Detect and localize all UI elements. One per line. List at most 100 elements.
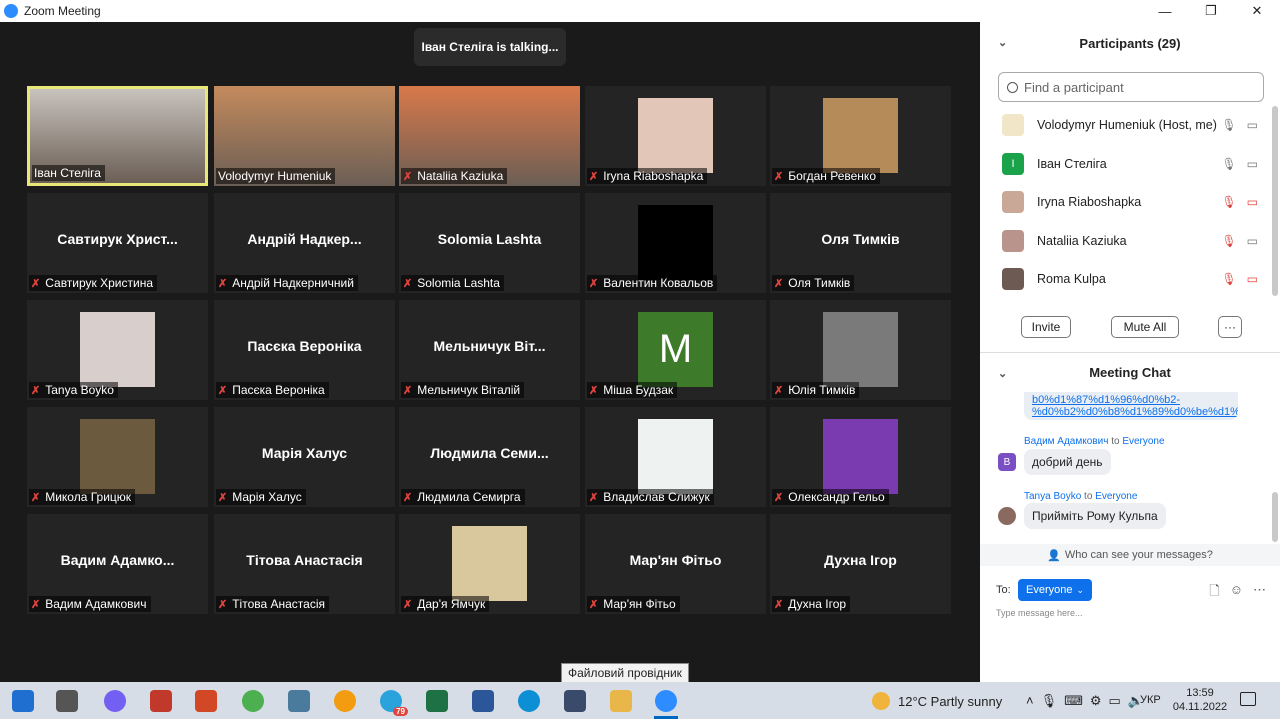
system-tray: ˄ 🎙 ⌨ ⚙ ▭ 🔈 xyxy=(1026,693,1144,709)
participant-photo xyxy=(638,419,713,494)
video-tile[interactable]: Оля Тимків ✗ Оля Тимків xyxy=(770,193,951,293)
video-tile[interactable]: Мар'ян Фітьо ✗ Мар'ян Фітьо xyxy=(585,514,766,614)
participant-name: Людмила Семирга xyxy=(417,490,521,504)
chat-scrollbar[interactable] xyxy=(1272,492,1278,542)
participant-name: Андрій Надкерничний xyxy=(232,276,354,290)
file-explorer-icon[interactable] xyxy=(610,690,632,712)
viber-icon[interactable] xyxy=(104,690,126,712)
video-tile[interactable]: Solomia Lashta ✗ Solomia Lashta xyxy=(399,193,580,293)
video-tile[interactable]: ✗ Iryna Riaboshapka xyxy=(585,86,766,186)
restore-button[interactable]: ❐ xyxy=(1188,0,1234,22)
person-icon: 👤 xyxy=(1047,549,1061,562)
participant-name-tag: ✗ Nataliia Kaziuka xyxy=(401,168,508,184)
app-tray-icon[interactable]: ⚙ xyxy=(1090,693,1102,709)
video-tile[interactable]: Людмила Семи... ✗ Людмила Семирга xyxy=(399,407,580,507)
powerpoint-icon[interactable] xyxy=(195,690,217,712)
emoji-icon[interactable]: ☺ xyxy=(1230,582,1243,604)
mic-off-icon[interactable]: 🎙 xyxy=(1221,272,1236,286)
video-tile[interactable]: ✗ Валентин Ковальов xyxy=(585,193,766,293)
more-icon[interactable]: ⋯ xyxy=(1253,582,1266,604)
participant-name: Олександр Гельо xyxy=(788,490,885,504)
language-indicator[interactable]: УКР xyxy=(1140,694,1161,706)
video-tile[interactable]: Пасєка Вероніка ✗ Пасєка Вероніка xyxy=(214,300,395,400)
notification-icon[interactable] xyxy=(1240,692,1256,706)
windows-start-icon[interactable] xyxy=(12,690,34,712)
participant-row[interactable]: Roma Kulpa 🎙 ▭ xyxy=(980,260,1272,299)
muted-mic-icon: ✗ xyxy=(218,491,228,504)
mic-off-icon[interactable]: 🎙 xyxy=(1221,195,1236,209)
video-tile[interactable]: ✗ Олександр Гельо xyxy=(770,407,951,507)
mute-all-button[interactable]: Mute All xyxy=(1111,316,1179,338)
participant-name: Iryna Riaboshapka xyxy=(603,169,704,183)
muted-mic-icon: ✗ xyxy=(31,598,41,611)
collapse-chevron-icon[interactable]: ⌄ xyxy=(998,36,1007,49)
video-tile[interactable]: Марія Халус ✗ Марія Халус xyxy=(214,407,395,507)
participant-search-input[interactable]: Find a participant xyxy=(998,72,1264,102)
invite-button[interactable]: Invite xyxy=(1021,316,1071,338)
video-tile[interactable]: ✗ Дар'я Ямчук xyxy=(399,514,580,614)
clock[interactable]: 13:59 04.11.2022 xyxy=(1170,686,1230,714)
mic-off-icon[interactable]: 🎙 xyxy=(1221,234,1236,248)
mic-icon[interactable]: 🎙 xyxy=(1221,118,1236,132)
chat-link[interactable]: b0%d1%87%d1%96%d0%b2-%d0%b2%d0%b8%d1%89%… xyxy=(1024,392,1238,420)
video-tile[interactable]: Тітова Анастасія ✗ Тітова Анастасія xyxy=(214,514,395,614)
camera-off-icon[interactable]: ▭ xyxy=(1247,195,1258,209)
task-view-icon[interactable] xyxy=(56,690,78,712)
network-icon[interactable]: ⌨ xyxy=(1064,693,1083,709)
camera-icon[interactable]: ▭ xyxy=(1247,234,1258,248)
video-tile[interactable]: Мельничук Віт... ✗ Мельничук Віталій xyxy=(399,300,580,400)
weather-icon xyxy=(872,692,890,710)
video-tile[interactable]: ✗ Микола Грицюк xyxy=(27,407,208,507)
chrome-icon[interactable] xyxy=(242,690,264,712)
video-tile[interactable]: Іван Стеліга xyxy=(27,86,208,186)
camera-icon[interactable]: ▭ xyxy=(1247,118,1258,132)
video-tile[interactable]: M ✗ Міша Будзак xyxy=(585,300,766,400)
participant-scrollbar[interactable] xyxy=(1272,106,1278,296)
participant-name-tag: ✗ Олександр Гельо xyxy=(772,489,889,505)
minimize-button[interactable]: — xyxy=(1142,0,1188,22)
recipient-select[interactable]: Everyone ⌄ xyxy=(1018,579,1093,601)
weather-widget[interactable]: 12°C Partly sunny xyxy=(872,692,1002,710)
edge-icon[interactable] xyxy=(518,690,540,712)
zoom-taskbar-icon[interactable] xyxy=(655,690,677,712)
close-button[interactable]: ✕ xyxy=(1234,0,1280,22)
video-tile[interactable]: ✗ Юлія Тимків xyxy=(770,300,951,400)
video-tile[interactable]: ✗ Nataliia Kaziuka xyxy=(399,86,580,186)
muted-mic-icon: ✗ xyxy=(589,277,599,290)
participant-row[interactable]: Iryna Riaboshapka 🎙 ▭ xyxy=(980,183,1272,222)
file-icon[interactable]: 🗋 xyxy=(1209,582,1219,604)
display-icon[interactable]: ▭ xyxy=(1109,693,1121,709)
video-tile[interactable]: Духна Ігор ✗ Духна Ігор xyxy=(770,514,951,614)
video-tile[interactable]: ✗ Владислав Слижук xyxy=(585,407,766,507)
participant-row[interactable]: Nataliia Kaziuka 🎙 ▭ xyxy=(980,222,1272,261)
collapse-chevron-icon[interactable]: ⌄ xyxy=(998,367,1007,380)
more-options-button[interactable]: ··· xyxy=(1218,316,1242,338)
participant-name-tag: Іван Стеліга xyxy=(32,165,105,181)
participant-name: Пасєка Вероніка xyxy=(232,383,325,397)
word-icon[interactable] xyxy=(472,690,494,712)
camera-off-icon[interactable]: ▭ xyxy=(1247,272,1258,286)
video-tile[interactable]: Вадим Адамко... ✗ Вадим Адамкович xyxy=(27,514,208,614)
save-app-icon[interactable] xyxy=(564,690,586,712)
participant-display-name: Людмила Семи... xyxy=(430,445,549,461)
video-tile[interactable]: Андрій Надкер... ✗ Андрій Надкерничний xyxy=(214,193,395,293)
who-can-see-link[interactable]: 👤 Who can see your messages? xyxy=(980,544,1280,566)
chevron-up-icon[interactable]: ˄ xyxy=(1026,693,1034,709)
participant-row[interactable]: Volodymyr Humeniuk (Host, me) 🎙 ▭ xyxy=(980,106,1272,145)
microphone-icon[interactable]: 🎙 xyxy=(1041,693,1058,709)
telegram-icon[interactable]: 79 xyxy=(380,690,408,716)
video-tile[interactable]: ✗ Богдан Ревенко xyxy=(770,86,951,186)
paint-icon[interactable] xyxy=(150,690,172,712)
chat-input[interactable]: Type message here... xyxy=(996,608,1083,618)
calculator-icon[interactable] xyxy=(288,690,310,712)
muted-mic-icon: ✗ xyxy=(774,598,784,611)
mic-icon[interactable]: 🎙 xyxy=(1221,157,1236,171)
excel-icon[interactable] xyxy=(426,690,448,712)
participant-name-tag: ✗ Міша Будзак xyxy=(587,382,678,398)
video-tile[interactable]: Савтирук Христ... ✗ Савтирук Христина xyxy=(27,193,208,293)
video-tile[interactable]: ✗ Tanya Boyko xyxy=(27,300,208,400)
video-tile[interactable]: Volodymyr Humeniuk xyxy=(214,86,395,186)
camera-icon[interactable]: ▭ xyxy=(1247,157,1258,171)
participant-row[interactable]: І Іван Стеліга 🎙 ▭ xyxy=(980,145,1272,184)
browser-icon[interactable] xyxy=(334,690,356,712)
